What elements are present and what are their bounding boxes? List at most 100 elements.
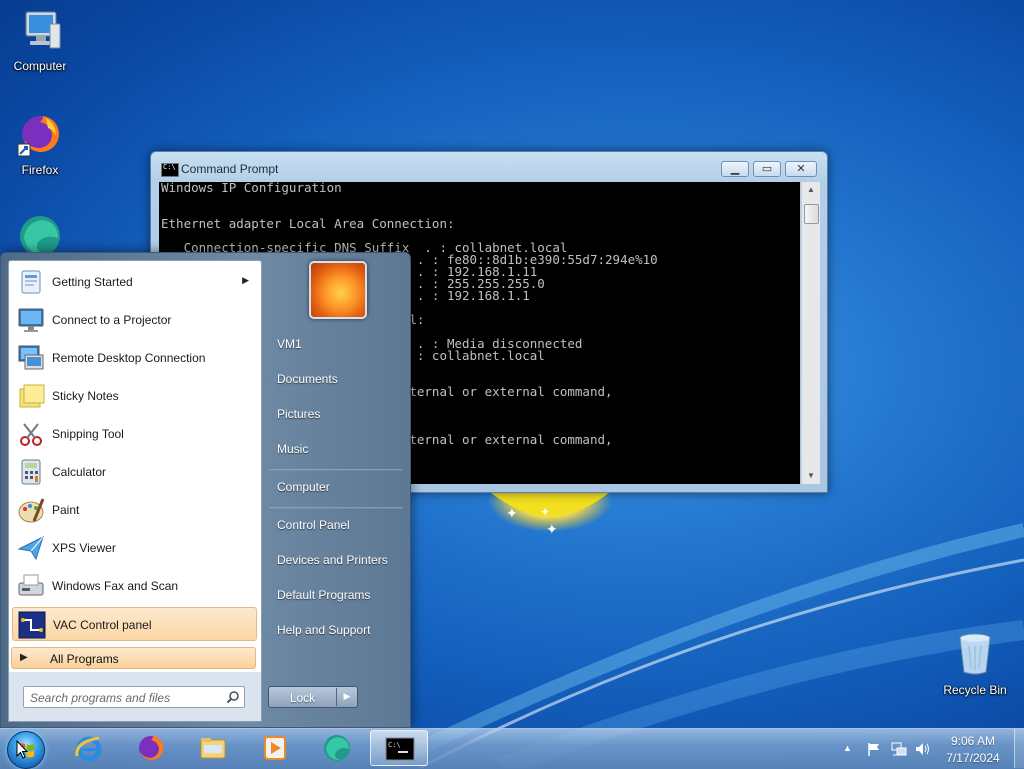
window-titlebar[interactable]: C:\ Command Prompt ▁ ▭ ✕ bbox=[151, 152, 827, 182]
desktop-icon-label: Recycle Bin bbox=[943, 683, 1007, 697]
program-label: Remote Desktop Connection bbox=[52, 351, 206, 365]
recycle-bin-icon bbox=[959, 633, 991, 675]
minimize-icon: ▁ bbox=[730, 163, 740, 175]
program-label: Sticky Notes bbox=[52, 389, 119, 403]
search-area bbox=[8, 672, 262, 722]
taskbar-clock[interactable]: 9:06 AM 7/17/2024 bbox=[934, 733, 1012, 767]
start-right-item-control-panel[interactable]: Control Panel bbox=[277, 518, 350, 532]
volume-icon[interactable] bbox=[914, 741, 930, 757]
scroll-thumb[interactable] bbox=[804, 204, 819, 224]
desktop-icon-firefox[interactable]: Firefox bbox=[0, 110, 80, 177]
program-item-sticky-notes[interactable]: Sticky Notes bbox=[12, 379, 257, 413]
start-right-item-devices-and-printers[interactable]: Devices and Printers bbox=[277, 553, 388, 567]
minimize-button[interactable]: ▁ bbox=[721, 161, 749, 177]
start-right-item-help-and-support[interactable]: Help and Support bbox=[277, 623, 370, 637]
scroll-down-arrow-icon[interactable]: ▼ bbox=[802, 468, 820, 484]
taskbar-internet-explorer[interactable] bbox=[62, 730, 116, 766]
menu-separator bbox=[269, 507, 403, 509]
taskbar-edge[interactable] bbox=[310, 730, 364, 766]
program-item-xps-viewer[interactable]: XPS Viewer bbox=[12, 531, 257, 565]
program-item-calculator[interactable]: Calculator bbox=[12, 455, 257, 489]
program-item-vac-control[interactable]: VAC Control panel bbox=[12, 607, 257, 641]
show-desktop-button[interactable] bbox=[1014, 729, 1024, 768]
search-box[interactable] bbox=[23, 686, 245, 708]
show-hidden-icons-icon[interactable]: ▲ bbox=[843, 743, 859, 759]
user-picture[interactable] bbox=[309, 261, 367, 319]
start-right-item-computer[interactable]: Computer bbox=[277, 480, 330, 494]
clock-time: 9:06 AM bbox=[950, 734, 996, 748]
submenu-arrow-icon: ▶ bbox=[242, 275, 249, 285]
program-item-fax-scan[interactable]: Windows Fax and Scan bbox=[12, 569, 257, 603]
fax-scan-icon bbox=[18, 574, 44, 596]
console-line: Windows IP Configuration bbox=[161, 182, 342, 195]
program-label: Getting Started bbox=[52, 275, 133, 289]
all-programs-label: All Programs bbox=[50, 652, 119, 666]
xps-viewer-icon bbox=[17, 536, 44, 561]
internet-explorer-icon bbox=[75, 736, 102, 762]
program-label: Calculator bbox=[52, 465, 107, 479]
desktop-icon-computer[interactable]: Computer bbox=[0, 6, 80, 73]
program-item-remote-desktop[interactable]: Remote Desktop Connection bbox=[12, 341, 257, 375]
svg-text:✦: ✦ bbox=[506, 506, 518, 522]
start-right-item-pictures[interactable]: Pictures bbox=[277, 407, 320, 421]
vertical-scrollbar[interactable]: ▲ ▼ bbox=[801, 182, 820, 484]
desktop-icon-label: Computer bbox=[13, 59, 67, 73]
vac-control-icon bbox=[18, 611, 46, 639]
sticky-notes-icon bbox=[19, 384, 45, 408]
program-item-getting-started[interactable]: Getting Started ▶ bbox=[12, 265, 257, 299]
projector-icon bbox=[18, 308, 44, 332]
console-line: Ethernet adapter Local Area Connection: bbox=[161, 216, 455, 231]
start-right-item-documents[interactable]: Documents bbox=[277, 372, 338, 386]
lock-button[interactable]: Lock ▶ bbox=[268, 686, 358, 708]
lock-options-arrow-icon[interactable]: ▶ bbox=[337, 691, 357, 702]
search-icon[interactable] bbox=[226, 690, 240, 704]
program-list: Getting Started ▶ Connect to a Projector Re… bbox=[8, 260, 262, 674]
program-item-projector[interactable]: Connect to a Projector bbox=[12, 303, 257, 337]
command-prompt-icon: C:\ bbox=[385, 737, 415, 761]
taskbar-file-explorer[interactable] bbox=[186, 730, 240, 766]
taskbar-firefox[interactable] bbox=[124, 730, 178, 766]
start-menu: Getting Started ▶ Connect to a Projector Re… bbox=[0, 252, 411, 728]
lock-label: Lock bbox=[289, 691, 316, 705]
svg-text:C:\: C:\ bbox=[388, 741, 401, 749]
start-right-item-vm1[interactable]: VM1 bbox=[277, 337, 302, 351]
desktop-icon-recycle-bin[interactable]: Recycle Bin bbox=[935, 630, 1015, 697]
scroll-up-arrow-icon[interactable]: ▲ bbox=[802, 182, 820, 198]
getting-started-icon bbox=[21, 270, 41, 294]
maximize-icon: ▭ bbox=[761, 163, 773, 175]
firefox-icon bbox=[17, 115, 59, 157]
search-input[interactable] bbox=[28, 689, 222, 707]
program-label: Paint bbox=[52, 503, 80, 517]
mouse-cursor-icon bbox=[16, 740, 28, 759]
action-center-flag-icon[interactable] bbox=[866, 741, 882, 757]
snipping-tool-icon bbox=[20, 423, 42, 446]
computer-icon bbox=[25, 11, 61, 49]
taskbar-command-prompt[interactable]: C:\ bbox=[370, 730, 428, 766]
all-programs-button[interactable]: ▶ All Programs bbox=[11, 647, 256, 669]
taskbar-media-player[interactable] bbox=[248, 730, 302, 766]
arrow-right-icon: ▶ bbox=[20, 652, 28, 663]
firefox-icon bbox=[139, 735, 164, 760]
svg-text:✦: ✦ bbox=[546, 522, 558, 538]
menu-separator bbox=[269, 469, 403, 471]
window-title: Command Prompt bbox=[181, 162, 279, 176]
media-player-icon bbox=[264, 736, 286, 760]
program-label: Snipping Tool bbox=[52, 427, 124, 441]
desktop-icon-label: Firefox bbox=[21, 163, 59, 177]
program-label: VAC Control panel bbox=[53, 618, 152, 632]
calculator-icon bbox=[21, 459, 41, 485]
remote-desktop-icon bbox=[18, 345, 44, 370]
start-right-item-default-programs[interactable]: Default Programs bbox=[277, 588, 370, 602]
program-item-paint[interactable]: Paint bbox=[12, 493, 257, 527]
maximize-button[interactable]: ▭ bbox=[753, 161, 781, 177]
program-label: Windows Fax and Scan bbox=[52, 579, 179, 593]
edge-icon bbox=[324, 735, 350, 761]
paint-icon bbox=[18, 498, 45, 523]
svg-text:✦: ✦ bbox=[540, 505, 550, 519]
program-item-snipping-tool[interactable]: Snipping Tool bbox=[12, 417, 257, 451]
network-icon[interactable] bbox=[891, 741, 907, 757]
close-button[interactable]: ✕ bbox=[785, 161, 817, 177]
start-right-item-music[interactable]: Music bbox=[277, 442, 308, 456]
close-icon: ✕ bbox=[796, 163, 806, 175]
